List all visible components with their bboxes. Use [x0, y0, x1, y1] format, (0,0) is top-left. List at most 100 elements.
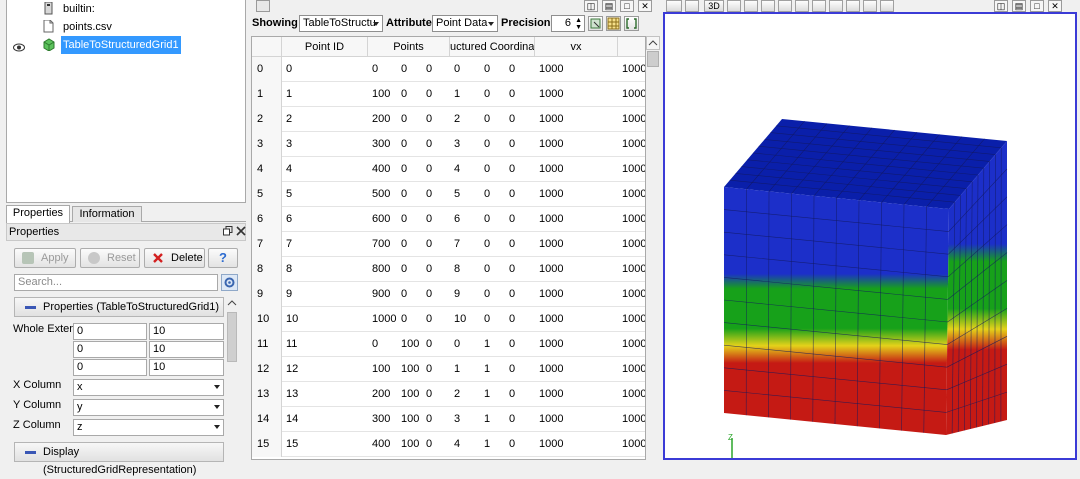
apply-button[interactable]: Apply — [14, 248, 76, 268]
table-row[interactable]: 1212100100011010001000 — [252, 357, 645, 382]
whole-extent-y-max[interactable]: 10 — [149, 341, 224, 358]
view-menu-icon[interactable] — [256, 0, 270, 12]
camera-reset-icon[interactable] — [666, 0, 682, 12]
table-cell: 4 — [454, 157, 480, 182]
close-view-icon[interactable]: ✕ — [638, 0, 652, 12]
pipeline-item-points-csv[interactable]: points.csv — [7, 18, 245, 36]
table-cell: 0 — [509, 132, 535, 157]
column-header[interactable]: Points — [368, 37, 450, 57]
table-row[interactable]: 999000090010001000 — [252, 282, 645, 307]
split-vertical-icon[interactable]: ▤ — [1012, 0, 1026, 12]
properties-scrollbar[interactable] — [226, 296, 238, 460]
row-index: 10 — [252, 307, 282, 332]
table-row[interactable]: 333000030010001000 — [252, 132, 645, 157]
toggle-3d-button[interactable]: 3D — [704, 0, 724, 12]
table-cell: 700 — [372, 232, 397, 257]
table-row[interactable]: 1414300100031010001000 — [252, 407, 645, 432]
attribute-select[interactable]: Point Data — [432, 15, 498, 32]
axis-z-label: Z — [728, 433, 733, 442]
column-header[interactable] — [618, 37, 646, 57]
clear-selection-icon[interactable] — [880, 0, 894, 12]
spinner-arrows-icon[interactable]: ▲▼ — [575, 17, 582, 31]
scroll-up-icon[interactable] — [646, 36, 660, 50]
table-row[interactable]: 666000060010001000 — [252, 207, 645, 232]
split-horizontal-icon[interactable]: ◫ — [994, 0, 1008, 12]
scroll-thumb[interactable] — [647, 51, 659, 67]
table-row[interactable]: 1010100000100010001000 — [252, 307, 645, 332]
z-column-select[interactable]: z — [73, 419, 224, 436]
column-header[interactable]: vx — [535, 37, 618, 57]
table-row[interactable]: 1313200100021010001000 — [252, 382, 645, 407]
x-column-select[interactable]: x — [73, 379, 224, 396]
select-points-icon[interactable] — [744, 0, 758, 12]
pipeline-browser: builtin: points.csv TableToStructuredGri… — [6, 0, 246, 203]
maximize-icon[interactable]: □ — [620, 0, 634, 12]
scroll-up-icon[interactable] — [227, 298, 237, 308]
toggle-column-visibility-icon[interactable] — [606, 16, 621, 31]
table-cell: 1000 — [539, 382, 618, 407]
eye-icon[interactable] — [13, 40, 25, 49]
column-header[interactable] — [252, 37, 282, 57]
close-view-icon[interactable]: ✕ — [1048, 0, 1062, 12]
table-row[interactable]: 111000010010001000 — [252, 82, 645, 107]
select-cells-icon[interactable] — [727, 0, 741, 12]
whole-extent-y-min[interactable]: 0 — [73, 341, 147, 358]
table-cell: 1000 — [539, 107, 618, 132]
select-block-icon[interactable] — [778, 0, 792, 12]
whole-extent-z-min[interactable]: 0 — [73, 359, 147, 376]
table-cell: 5 — [286, 182, 368, 207]
split-vertical-icon[interactable]: ▤ — [602, 0, 616, 12]
grow-selection-icon[interactable] — [846, 0, 860, 12]
select-icon[interactable] — [685, 0, 699, 12]
table-row[interactable]: 11110100001010001000 — [252, 332, 645, 357]
table-row[interactable]: 1515400100041010001000 — [252, 432, 645, 457]
pipeline-item-tabletostructuredgrid1[interactable]: TableToStructuredGrid1 — [7, 36, 245, 54]
export-data-icon[interactable] — [624, 16, 639, 31]
pipeline-item-builtin[interactable]: builtin: — [7, 0, 245, 18]
toggle-cell-connectivity-icon[interactable] — [588, 16, 603, 31]
tab-information[interactable]: Information — [72, 206, 142, 222]
select-frustum-icon[interactable] — [761, 0, 775, 12]
display-section-header[interactable]: Display (StructuredGridRepresentation) — [14, 442, 224, 462]
whole-extent-z-max[interactable]: 10 — [149, 359, 224, 376]
reset-button[interactable]: Reset — [80, 248, 140, 268]
table-row[interactable]: 0000000010001000 — [252, 57, 645, 82]
chevron-down-icon — [488, 22, 494, 26]
delete-button[interactable]: Delete — [144, 248, 205, 268]
help-button[interactable]: ? — [208, 248, 238, 268]
polygon-select-icon[interactable] — [812, 0, 826, 12]
table-row[interactable]: 777000070010001000 — [252, 232, 645, 257]
hover-points-icon[interactable] — [829, 0, 843, 12]
whole-extent-x-max[interactable]: 10 — [149, 323, 224, 340]
table-row[interactable]: 222000020010001000 — [252, 107, 645, 132]
apply-icon — [22, 252, 34, 264]
gear-icon[interactable] — [221, 274, 238, 291]
table-scrollbar[interactable] — [646, 36, 660, 460]
table-cell: 0 — [484, 157, 505, 182]
interactive-select-icon[interactable] — [795, 0, 809, 12]
row-index: 6 — [252, 207, 282, 232]
maximize-icon[interactable]: □ — [1030, 0, 1044, 12]
precision-spinbox[interactable]: 6 ▲▼ — [551, 15, 585, 32]
close-icon[interactable] — [235, 226, 246, 237]
table-row[interactable]: 555000050010001000 — [252, 182, 645, 207]
showing-select[interactable]: TableToStructu — [299, 15, 383, 32]
table-cell: 9 — [454, 282, 480, 307]
split-horizontal-icon[interactable]: ◫ — [584, 0, 598, 12]
spreadsheet-table[interactable]: Point IDPointsuctured Coordinavx 0000000… — [251, 36, 646, 460]
table-row[interactable]: 444000040010001000 — [252, 157, 645, 182]
column-header[interactable]: uctured Coordina — [450, 37, 535, 57]
float-icon[interactable] — [222, 226, 233, 237]
tab-properties[interactable]: Properties — [6, 205, 70, 223]
shrink-selection-icon[interactable] — [863, 0, 877, 12]
y-column-select[interactable]: y — [73, 399, 224, 416]
scroll-thumb[interactable] — [227, 312, 237, 362]
search-input[interactable]: Search... — [14, 274, 218, 291]
column-header[interactable]: Point ID — [282, 37, 368, 57]
3d-viewport[interactable]: Z — [663, 12, 1077, 460]
table-cell: 0 — [509, 207, 535, 232]
table-cell: 0 — [401, 57, 422, 82]
properties-section-header[interactable]: Properties (TableToStructuredGrid1) — [14, 297, 224, 317]
table-row[interactable]: 888000080010001000 — [252, 257, 645, 282]
whole-extent-x-min[interactable]: 0 — [73, 323, 147, 340]
